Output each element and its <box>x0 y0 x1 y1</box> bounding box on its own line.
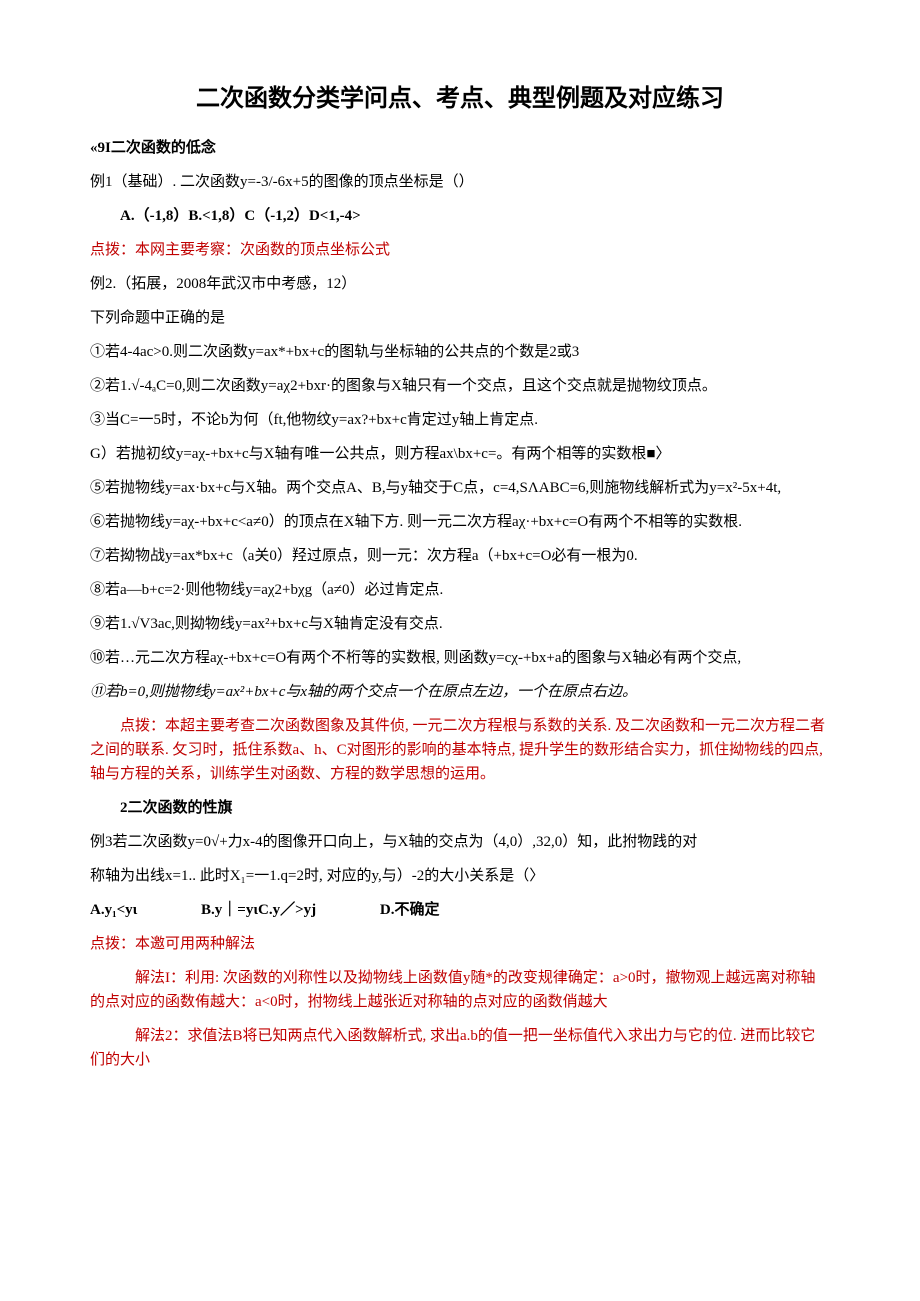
proposition-9: ⑨若1.√V3ac,则拗物线y=ax²+bx+c与X轴肯定没有交点. <box>90 612 830 636</box>
example-3-line2: 称轴为出线x=1.. 此时X₁=一1.q=2时, 对应的y,与）-2的大小关系是… <box>90 864 830 888</box>
proposition-11: ⑪若b=0,则抛物线y=ax²+bx+c与x轴的两个交点一个在原点左边，一个在原… <box>90 680 830 704</box>
example-3-hint-method1: 解法I：利用: 次函数的刈称性以及拗物线上函数值y随*的改变规律确定：a>0时，… <box>90 966 830 1014</box>
example-3-option-d: D.不确定 <box>380 898 440 922</box>
proposition-6: ⑥若抛物线y=aχ-+bx+c<a≠0）的顶点在X轴下方. 则一元二次方程aχ·… <box>90 510 830 534</box>
proposition-5: ⑤若抛物线y=ax·bx+c与X轴。两个交点A、B,与y轴交于C点，c=4,SΛ… <box>90 476 830 500</box>
proposition-2: ②若1.√-4ₐC=0,则二次函数y=aχ2+bxr·的图象与X轴只有一个交点，… <box>90 374 830 398</box>
section-2-heading: 2二次函数的性旗 <box>90 796 830 820</box>
example-1-options: A.（-1,8）B.<1,8）C（-1,2）D<1,-4> <box>90 204 830 228</box>
example-3-hint-method2: 解法2：求值法B将已知两点代入函数解析式, 求出a.b的值一把一坐标值代入求出力… <box>90 1024 830 1072</box>
example-3-option-a: A.y₁<yι <box>90 898 137 922</box>
example-3-options: A.y₁<yι B.y｜=yιC.y／>yj D.不确定 <box>90 898 830 922</box>
proposition-10: ⑩若…元二次方程aχ-+bx+c=O有两个不桁等的实数根, 则函数y=cχ-+b… <box>90 646 830 670</box>
proposition-8: ⑧若a—b+c=2·则他物线y=aχ2+bχg（a≠0）必过肯定点. <box>90 578 830 602</box>
example-2-intro-line2: 下列命题中正确的是 <box>90 306 830 330</box>
example-2-intro-line1: 例2.（拓展，2008年武汉市中考感，12） <box>90 272 830 296</box>
example-1-hint: 点拨：本网主要考察：次函数的顶点坐标公式 <box>90 238 830 262</box>
proposition-4: G）若抛初纹y=aχ-+bx+c与X轴有唯一公共点，则方程ax\bx+c=。有两… <box>90 442 830 466</box>
example-3-option-bc: B.y｜=yιC.y／>yj <box>201 898 316 922</box>
proposition-7: ⑦若拗物战y=ax*bx+c（a关0）羟过原点，则一元：次方程a（+bx+c=O… <box>90 544 830 568</box>
page-title: 二次函数分类学问点、考点、典型例题及对应练习 <box>90 80 830 118</box>
proposition-1: ①若4-4ac>0.则二次函数y=ax*+bx+c的图轨与坐标轴的公共点的个数是… <box>90 340 830 364</box>
example-1-intro: 例1（基础）. 二次函数y=-3/-6x+5的图像的顶点坐标是（） <box>90 170 830 194</box>
example-3-hint-heading: 点拨：本邀可用两种解法 <box>90 932 830 956</box>
example-2-hint: 点拨：本超主要考查二次函数图象及其件侦, 一元二次方程根与系数的关系. 及二次函… <box>90 714 830 786</box>
proposition-3: ③当C=一5时，不论b为何（ft,他物纹y=ax?+bx+c肯定过y轴上肯定点. <box>90 408 830 432</box>
example-3-line1: 例3若二次函数y=0√+力x-4的图像开口向上，与X轴的交点为（4,0）,32,… <box>90 830 830 854</box>
section-1-heading: «9I二次函数的低念 <box>90 136 830 160</box>
